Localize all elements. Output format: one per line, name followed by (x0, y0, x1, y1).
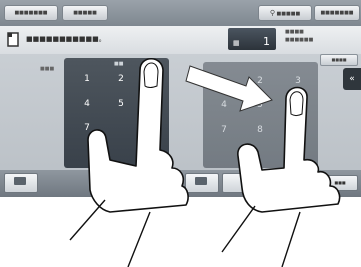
left-hand-icon (87, 57, 189, 213)
swipe-gesture-illustration (69, 57, 341, 267)
right-wrist-lines (221, 205, 301, 267)
swipe-arrow-icon (185, 65, 273, 112)
